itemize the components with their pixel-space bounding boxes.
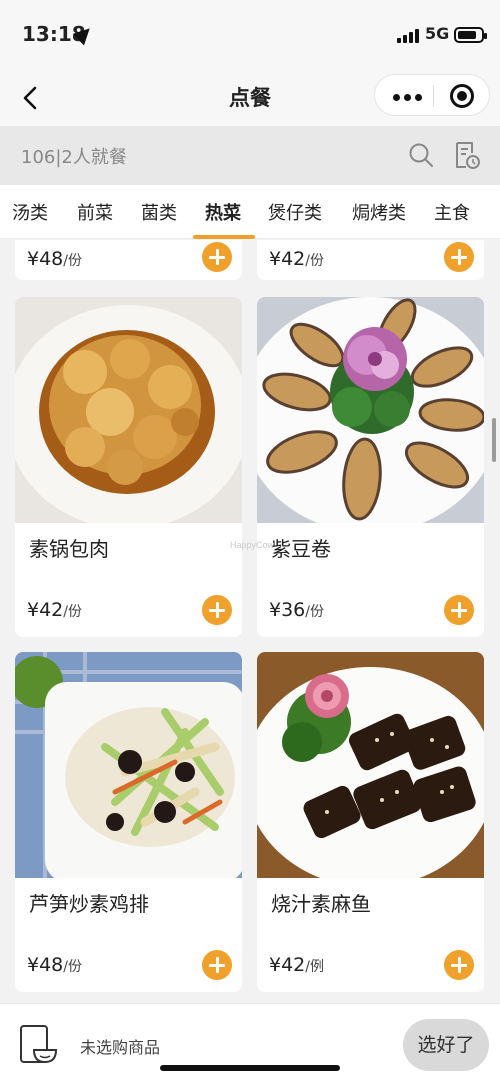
table-info-text: 106|2人就餐 [21, 147, 127, 168]
status-bar: 13:18 5G [0, 0, 500, 70]
tab-hot-dishes[interactable]: 热菜 [205, 199, 241, 225]
cart-bar: 未选购商品 选好了 [0, 1003, 500, 1083]
menu-item-card[interactable]: ¥48/份 [15, 240, 242, 280]
scrollbar[interactable] [492, 418, 496, 462]
cart-icon[interactable] [18, 1024, 60, 1068]
item-name: 烧汁素麻鱼 [271, 892, 371, 916]
add-to-cart-button[interactable] [202, 950, 232, 980]
tab-soup[interactable]: 汤类 [12, 199, 48, 225]
tab-baked[interactable]: 焗烤类 [352, 199, 406, 225]
add-to-cart-button[interactable] [202, 595, 232, 625]
tab-staple[interactable]: 主食 [434, 199, 470, 225]
signal-icon [397, 27, 419, 43]
menu-item-card[interactable]: ¥42/份 [257, 240, 484, 280]
target-icon[interactable] [450, 84, 474, 108]
add-to-cart-button[interactable] [444, 595, 474, 625]
item-price: ¥42/份 [27, 599, 82, 621]
cart-status-text: 未选购商品 [80, 1038, 161, 1057]
dish-photo [15, 652, 242, 878]
orders-icon[interactable] [454, 140, 480, 170]
mini-program-capsule [374, 74, 490, 116]
add-to-cart-button[interactable] [444, 242, 474, 272]
category-tabs: 汤类 前菜 菌类 热菜 煲仔类 焗烤类 主食 [0, 185, 500, 239]
tab-claypot[interactable]: 煲仔类 [268, 199, 322, 225]
home-indicator [160, 1065, 340, 1071]
tab-mushroom[interactable]: 菌类 [141, 199, 177, 225]
dish-photo [15, 297, 242, 523]
nav-bar: 点餐 [0, 70, 500, 126]
tab-appetizer[interactable]: 前菜 [77, 199, 113, 225]
add-to-cart-button[interactable] [444, 950, 474, 980]
menu-item-card[interactable]: 烧汁素麻鱼 ¥42/例 [257, 652, 484, 992]
capsule-divider [433, 85, 434, 107]
menu-list[interactable]: ¥48/份 ¥42/份 素锅包肉 ¥42/份 紫豆卷 ¥36/份 芦笋炒素鸡排 … [0, 240, 500, 1003]
menu-item-card[interactable]: 紫豆卷 ¥36/份 [257, 297, 484, 637]
more-icon[interactable] [393, 94, 422, 101]
item-price: ¥48/份 [27, 954, 82, 976]
item-price: ¥36/份 [269, 599, 324, 621]
item-price: ¥48/份 [27, 248, 82, 270]
active-tab-indicator [193, 235, 255, 239]
network-label: 5G [425, 24, 450, 43]
item-name: 芦笋炒素鸡排 [29, 892, 149, 916]
menu-item-card[interactable]: 素锅包肉 ¥42/份 [15, 297, 242, 637]
search-icon[interactable] [408, 142, 434, 168]
item-name: 紫豆卷 [271, 537, 331, 561]
dish-photo [257, 652, 484, 878]
table-info-bar: 106|2人就餐 [0, 126, 500, 185]
add-to-cart-button[interactable] [202, 242, 232, 272]
checkout-button[interactable]: 选好了 [403, 1019, 489, 1071]
item-name: 素锅包肉 [29, 537, 109, 561]
dish-photo [257, 297, 484, 523]
menu-item-card[interactable]: 芦笋炒素鸡排 ¥48/份 [15, 652, 242, 992]
item-price: ¥42/份 [269, 248, 324, 270]
watermark: HappyCow [230, 540, 275, 550]
battery-icon [454, 27, 487, 43]
item-price: ¥42/例 [269, 954, 324, 976]
